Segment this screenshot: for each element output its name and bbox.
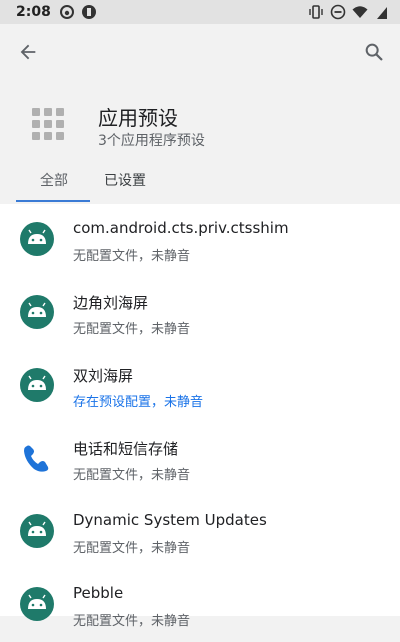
phone-icon <box>24 445 49 472</box>
app-status: 无配置文件，未静音 <box>73 614 191 629</box>
page-header: 应用预设 3个应用程序预设 <box>0 96 400 156</box>
search-button[interactable] <box>358 36 390 68</box>
app-status: 无配置文件，未静音 <box>73 249 191 264</box>
app-status: 无配置文件，未静音 <box>73 322 191 337</box>
android-icon <box>20 222 54 256</box>
app-name: 边角刘海屏 <box>73 294 149 312</box>
list-item[interactable]: Pebble 无配置文件，未静音 <box>0 569 400 642</box>
page-subtitle: 3个应用程序预设 <box>98 133 205 149</box>
list-item[interactable]: 双刘海屏 存在预设配置，未静音 <box>0 350 400 423</box>
arrow-back-icon <box>20 44 36 60</box>
app-bar <box>0 24 400 80</box>
status-bar: 2:08 <box>0 0 400 24</box>
app-name: Pebble <box>73 584 124 602</box>
app-name: Dynamic System Updates <box>73 511 267 529</box>
android-icon <box>20 295 54 329</box>
app-name: com.android.cts.priv.ctsshim <box>73 219 289 237</box>
app-status: 存在预设配置，未静音 <box>73 395 204 410</box>
app-name: 电话和短信存储 <box>73 440 179 458</box>
grid-apps-icon <box>32 108 64 140</box>
list-item[interactable]: 电话和短信存储 无配置文件，未静音 <box>0 423 400 496</box>
app-status: 无配置文件，未静音 <box>73 468 191 483</box>
status-time: 2:08 <box>16 4 51 20</box>
tab-all[interactable]: 全部 <box>40 170 68 190</box>
app-list: com.android.cts.priv.ctsshim 无配置文件，未静音 边… <box>0 204 400 629</box>
notification-icon <box>59 5 74 19</box>
back-button[interactable] <box>12 36 44 68</box>
android-icon <box>20 368 54 402</box>
list-item[interactable]: com.android.cts.priv.ctsshim 无配置文件，未静音 <box>0 204 400 277</box>
search-icon <box>365 43 383 61</box>
tab-bar: 全部 已设置 <box>0 166 400 202</box>
list-item[interactable]: 边角刘海屏 无配置文件，未静音 <box>0 277 400 350</box>
page-title: 应用预设 <box>98 106 178 130</box>
dnd-icon <box>330 4 346 20</box>
battery-icon <box>377 7 387 19</box>
wifi-icon <box>352 6 368 18</box>
app-notification-icon <box>81 5 96 19</box>
tab-indicator <box>16 200 90 202</box>
app-name: 双刘海屏 <box>73 367 134 385</box>
tab-configured[interactable]: 已设置 <box>104 170 146 190</box>
vibrate-icon <box>309 5 323 19</box>
app-status: 无配置文件，未静音 <box>73 541 191 556</box>
list-item[interactable]: Dynamic System Updates 无配置文件，未静音 <box>0 496 400 569</box>
android-icon <box>20 514 54 548</box>
